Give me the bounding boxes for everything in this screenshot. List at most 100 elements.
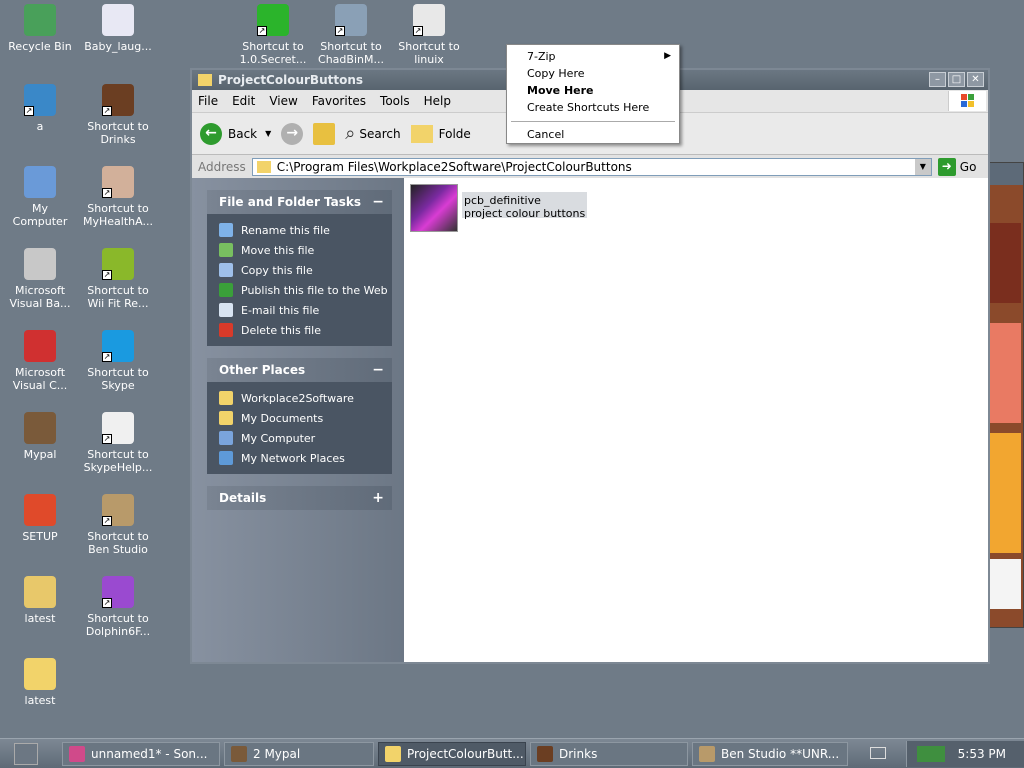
clock[interactable]: 5:53 PM <box>958 747 1006 761</box>
background-window[interactable] <box>984 162 1024 628</box>
task-item[interactable]: Move this file <box>219 240 392 260</box>
task-item[interactable]: Rename this file <box>219 220 392 240</box>
taskbar-button[interactable]: 2 Mypal <box>224 741 374 766</box>
desktop-icon-shortcut-dolphin[interactable]: ↗ Shortcut to Dolphin6F... <box>78 576 158 638</box>
desktop-icon-shortcut-secret[interactable]: ↗ Shortcut to 1.0.Secret... <box>233 4 313 66</box>
taskbar-button-label: ProjectColourButt... <box>407 746 524 761</box>
back-arrow-icon: ← <box>200 122 222 145</box>
desktop-icon-latest-folder[interactable]: latest <box>0 658 80 707</box>
task-item[interactable]: Copy this file <box>219 260 392 280</box>
tray-icons[interactable] <box>917 746 945 762</box>
desktop-icon-ms-visual-c[interactable]: Microsoft Visual C... <box>0 330 80 392</box>
back-label: Back <box>228 126 258 141</box>
desktop-icon-label: Shortcut to Ben Studio <box>87 530 149 556</box>
taskbar-button[interactable]: Drinks <box>530 741 688 766</box>
menu-item-create-shortcuts[interactable]: Create Shortcuts Here <box>507 99 679 116</box>
close-button[interactable]: ✕ <box>967 72 984 87</box>
go-label: Go <box>959 159 977 174</box>
search-label: Search <box>359 126 401 141</box>
shortcut-arrow-icon: ↗ <box>257 26 267 36</box>
background-window-image <box>989 323 1021 423</box>
menu-edit[interactable]: Edit <box>232 94 255 108</box>
desktop-icon-shortcut-wiifit[interactable]: ↗ Shortcut to Wii Fit Re... <box>78 248 158 310</box>
menu-favorites[interactable]: Favorites <box>312 94 366 108</box>
place-item[interactable]: My Documents <box>219 408 392 428</box>
collapse-icon[interactable]: − <box>372 358 384 382</box>
desktop-icon-label: Shortcut to SkypeHelp... <box>83 448 153 474</box>
maximize-button[interactable]: □ <box>948 72 965 87</box>
desktop-icon-label: a <box>36 120 44 133</box>
menu-tools[interactable]: Tools <box>380 94 410 108</box>
desktop-icon-setup[interactable]: SETUP <box>0 494 80 543</box>
desktop-icon-mypal[interactable]: Mypal <box>0 412 80 461</box>
task-item-label: Delete this file <box>241 323 321 337</box>
file-list-area[interactable]: pcb_definitive project colour buttons <box>404 178 988 662</box>
window-title: ProjectColourButtons <box>218 73 364 87</box>
file-item[interactable]: pcb_definitive project colour buttons <box>410 184 588 232</box>
desktop-icon-a-icon[interactable]: ↗ a <box>0 84 80 133</box>
desktop-icon-shortcut-drinks[interactable]: ↗ Shortcut to Drinks <box>78 84 158 146</box>
desktop-icon-shortcut-skype[interactable]: ↗ Shortcut to Skype <box>78 330 158 392</box>
task-item[interactable]: Delete this file <box>219 320 392 340</box>
keyboard-icon[interactable] <box>870 747 886 759</box>
shortcut-arrow-icon: ↗ <box>102 106 112 116</box>
desktop-icon-shortcut-myhealth[interactable]: ↗ Shortcut to MyHealthA... <box>78 166 158 228</box>
menu-view[interactable]: View <box>269 94 297 108</box>
desktop-icon-shortcut-linuix[interactable]: ↗ Shortcut to linuix <box>389 4 469 66</box>
menu-help[interactable]: Help <box>424 94 451 108</box>
back-button[interactable]: ← Back ▼ <box>200 122 271 145</box>
desktop-icon-baby-laugh[interactable]: Baby_laug... <box>78 4 158 53</box>
go-button[interactable]: ➜ Go <box>937 157 977 176</box>
expand-icon[interactable]: + <box>372 486 384 510</box>
place-item[interactable]: My Computer <box>219 428 392 448</box>
desktop-icon-shortcut-skypehelp[interactable]: ↗ Shortcut to SkypeHelp... <box>78 412 158 474</box>
desktop-icon-my-computer[interactable]: My Computer <box>0 166 80 228</box>
taskbar-app-icon <box>69 745 85 762</box>
place-item-label: My Network Places <box>241 451 345 465</box>
menu-item-move-here[interactable]: Move Here <box>507 82 679 99</box>
desktop-icon-recycle-bin[interactable]: Recycle Bin <box>0 4 80 53</box>
file-description: project colour buttons <box>464 207 586 220</box>
taskbar-button[interactable]: Ben Studio **UNR... <box>692 741 848 766</box>
desktop-icon-latest-zip[interactable]: latest <box>0 576 80 625</box>
desktop-icon-shortcut-chadbin[interactable]: ↗ Shortcut to ChadBinM... <box>311 4 391 66</box>
place-item[interactable]: Workplace2Software <box>219 388 392 408</box>
collapse-icon[interactable]: − <box>372 190 384 214</box>
menu-item-7zip[interactable]: 7-Zip ▶ <box>507 48 679 65</box>
ms-visual-basic-icon <box>24 248 56 280</box>
desktop-icon-label: Shortcut to MyHealthA... <box>83 202 153 228</box>
taskbar-button-label: Drinks <box>559 746 598 761</box>
desktop-icon-label: Microsoft Visual C... <box>12 366 68 392</box>
address-label: Address <box>198 159 246 174</box>
forward-button[interactable]: → <box>281 122 304 145</box>
menu-file[interactable]: File <box>198 94 218 108</box>
desktop-icon-ms-visual-basic[interactable]: Microsoft Visual Ba... <box>0 248 80 310</box>
task-item[interactable]: E-mail this file <box>219 300 392 320</box>
up-folder-button[interactable] <box>313 122 336 145</box>
shortcut-secret-icon: ↗ <box>257 4 289 36</box>
search-button[interactable]: ⌕ Search <box>345 123 400 144</box>
desktop-icon-label: Shortcut to 1.0.Secret... <box>239 40 307 66</box>
taskbar-button-label: 2 Mypal <box>253 746 301 761</box>
chevron-down-icon[interactable]: ▼ <box>914 158 931 175</box>
menu-item-copy-here[interactable]: Copy Here <box>507 65 679 82</box>
menu-separator <box>511 121 675 122</box>
menu-item-cancel[interactable]: Cancel <box>507 126 679 143</box>
address-input[interactable]: C:\Program Files\Workplace2Software\Proj… <box>251 157 932 176</box>
details-header[interactable]: Details + <box>207 486 392 510</box>
taskbar-button[interactable]: ProjectColourButt... <box>378 741 526 766</box>
taskbar-button[interactable]: unnamed1* - Son... <box>62 741 220 766</box>
place-item[interactable]: My Network Places <box>219 448 392 468</box>
start-button[interactable] <box>14 742 38 765</box>
desktop-icon-shortcut-benstudio[interactable]: ↗ Shortcut to Ben Studio <box>78 494 158 556</box>
other-places-header[interactable]: Other Places − <box>207 358 392 382</box>
minimize-button[interactable]: – <box>929 72 946 87</box>
explorer-window[interactable]: ProjectColourButtons – □ ✕ File Edit Vie… <box>190 68 990 664</box>
folders-button[interactable]: Folde <box>410 124 471 143</box>
background-window-image <box>989 433 1021 553</box>
task-item[interactable]: Publish this file to the Web <box>219 280 392 300</box>
file-folder-tasks-header[interactable]: File and Folder Tasks − <box>207 190 392 214</box>
background-window-titlebar[interactable] <box>985 163 1023 185</box>
baby-laugh-icon <box>102 4 134 36</box>
chevron-down-icon[interactable]: ▼ <box>265 129 271 138</box>
